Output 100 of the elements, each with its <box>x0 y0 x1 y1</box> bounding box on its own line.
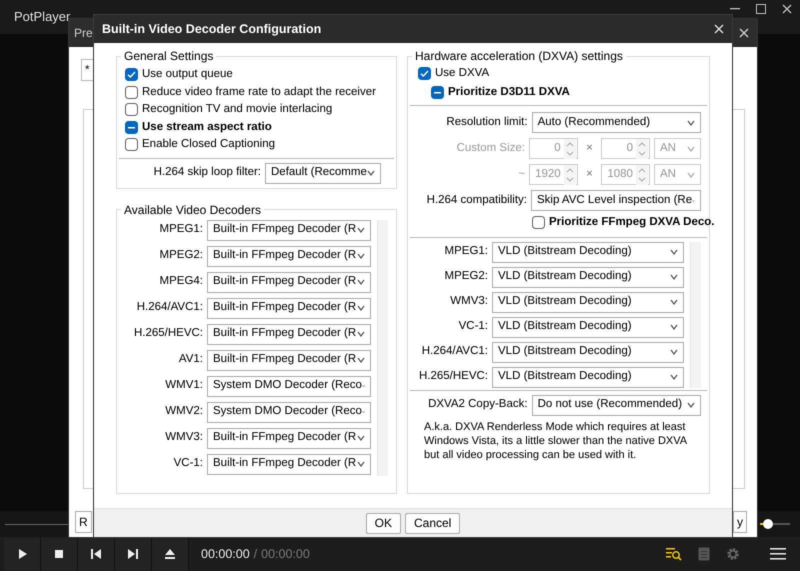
checkbox[interactable] <box>125 120 138 134</box>
previous-button[interactable] <box>78 537 115 571</box>
field-label: MPEG1: <box>444 244 488 260</box>
dropdown[interactable]: Built-in FFmpeg Decoder (R <box>207 246 371 266</box>
close-icon[interactable] <box>782 4 792 14</box>
checkbox-label[interactable]: Use DXVA <box>435 64 490 82</box>
time-separator: / <box>254 546 258 563</box>
checkbox-label[interactable]: Use output queue <box>142 66 233 84</box>
caret-icon <box>357 461 365 467</box>
dialog-title: Built-in Video Decoder Configuration <box>102 20 322 38</box>
dropdown[interactable]: VLD (Bitstream Decoding) <box>492 342 684 362</box>
checkbox[interactable] <box>431 86 444 99</box>
volume-slider[interactable] <box>760 518 790 530</box>
dialog-title: Pre <box>74 25 93 42</box>
previous-icon <box>90 548 102 560</box>
settings-icon[interactable] <box>726 547 740 561</box>
playlist-search-icon[interactable] <box>666 547 682 561</box>
group-title: General Settings <box>123 49 214 63</box>
dropdown[interactable]: VLD (Bitstream Decoding) <box>492 266 684 288</box>
next-button[interactable] <box>115 537 152 571</box>
caret-icon <box>670 324 678 330</box>
caret-icon <box>367 170 375 176</box>
caret-icon <box>357 357 365 363</box>
dropdown[interactable]: Auto (Recommended) <box>532 112 701 133</box>
group-title: Available Video Decoders <box>123 202 262 216</box>
dropdown[interactable]: Do not use (Recommended) <box>532 394 701 416</box>
total-time: 00:00:00 <box>261 546 310 563</box>
current-time: 00:00:00 <box>201 546 250 563</box>
caret-icon <box>686 172 695 178</box>
close-icon[interactable] <box>739 28 749 38</box>
field-label: H.264/AVC1: <box>420 344 488 360</box>
dropdown[interactable]: VLD (Bitstream Decoding) <box>492 292 684 312</box>
dialog-button[interactable]: R <box>75 511 92 533</box>
field-label: MPEG1: <box>158 222 203 238</box>
checkbox[interactable] <box>125 138 138 152</box>
caret-icon <box>357 305 365 311</box>
field-label: DXVA2 Copy-Back: <box>427 397 528 412</box>
dropdown[interactable]: VLD (Bitstream Decoding) <box>492 366 684 388</box>
dropdown[interactable]: VLD (Bitstream Decoding) <box>492 316 684 338</box>
dropdown[interactable]: VLD (Bitstream Decoding) <box>492 242 684 262</box>
close-icon[interactable] <box>714 24 724 34</box>
maximize-icon[interactable] <box>756 4 766 14</box>
caret-icon <box>687 402 695 408</box>
dropdown[interactable]: Built-in FFmpeg Decoder (R <box>207 272 371 292</box>
scrollbar[interactable] <box>377 220 388 476</box>
field-label: H.265/HEVC: <box>418 369 488 384</box>
checkbox[interactable] <box>532 216 545 230</box>
eject-icon <box>164 548 176 560</box>
caret-icon <box>686 146 695 152</box>
checkbox-label[interactable]: Recognition TV and movie interlacing <box>142 101 332 118</box>
field-label: Custom Size: <box>456 140 525 156</box>
dropdown[interactable]: Default (Recomme <box>265 162 381 184</box>
caret-icon <box>357 435 365 441</box>
checkbox-label[interactable]: Reduce video frame rate to adapt the receiver <box>142 84 376 101</box>
times-sign: × <box>585 140 594 156</box>
caret-icon <box>357 331 365 337</box>
dropdown[interactable]: Skip AVC Level inspection (Re <box>531 190 701 211</box>
app-title: PotPlayer <box>14 8 70 26</box>
dropdown[interactable]: Built-in FFmpeg Decoder (R <box>207 350 371 370</box>
dialog-button[interactable]: Cancel <box>404 512 460 534</box>
checkbox-label[interactable]: Prioritize FFmpeg DXVA Deco. <box>549 214 714 232</box>
caret-icon <box>670 374 678 380</box>
checkbox-label[interactable]: Enable Closed Captioning <box>142 136 275 154</box>
dialog-button[interactable]: OK <box>366 512 401 534</box>
dropdown[interactable]: Built-in FFmpeg Decoder (R <box>207 454 371 474</box>
checkbox[interactable] <box>418 67 431 80</box>
dropdown[interactable]: Built-in FFmpeg Decoder (R <box>207 220 371 240</box>
next-icon <box>127 548 139 560</box>
play-button[interactable] <box>4 537 41 571</box>
field-label: ~ <box>517 166 525 182</box>
dropdown[interactable]: Built-in FFmpeg Decoder (R <box>207 298 371 318</box>
field-label: H.264 compatibility: <box>426 192 527 208</box>
field-label: H.265/HEVC: <box>132 326 203 342</box>
checkbox-label[interactable]: Use stream aspect ratio <box>142 118 272 136</box>
dialog-button[interactable]: y <box>733 511 747 533</box>
dropdown[interactable]: System DMO Decoder (Reco <box>207 376 371 396</box>
caret-icon <box>357 253 365 259</box>
dropdown[interactable]: Built-in FFmpeg Decoder (R <box>207 428 371 448</box>
field-label: MPEG2: <box>444 269 488 284</box>
field-label: VC-1: <box>172 456 203 472</box>
caret-icon <box>687 120 695 126</box>
field-label: WMV2: <box>164 404 203 420</box>
field-label: MPEG2: <box>158 248 203 264</box>
stop-icon <box>53 548 65 560</box>
description-text: A.k.a. DXVA Renderless Mode which requires at least Windows Vista, its a little slower than the native DXVA but all video processing can be used with it. <box>424 420 688 462</box>
checkbox[interactable] <box>125 86 138 99</box>
eject-button[interactable] <box>152 537 189 571</box>
checkbox-label[interactable]: Prioritize D3D11 DXVA <box>448 84 570 102</box>
field-label: VC-1: <box>458 319 488 334</box>
stop-button[interactable] <box>41 537 78 571</box>
checkbox[interactable] <box>125 103 138 116</box>
field-label: Resolution limit: <box>445 114 528 130</box>
checkbox[interactable] <box>125 68 138 82</box>
field-label: WMV1: <box>164 378 203 394</box>
times-sign: × <box>585 166 594 182</box>
dropdown[interactable]: System DMO Decoder (Reco <box>207 402 371 422</box>
dropdown[interactable]: Built-in FFmpeg Decoder (R <box>207 324 371 344</box>
scrollbar[interactable] <box>690 242 701 388</box>
field-label: MPEG4: <box>158 274 203 290</box>
menu-icon[interactable] <box>770 548 786 560</box>
